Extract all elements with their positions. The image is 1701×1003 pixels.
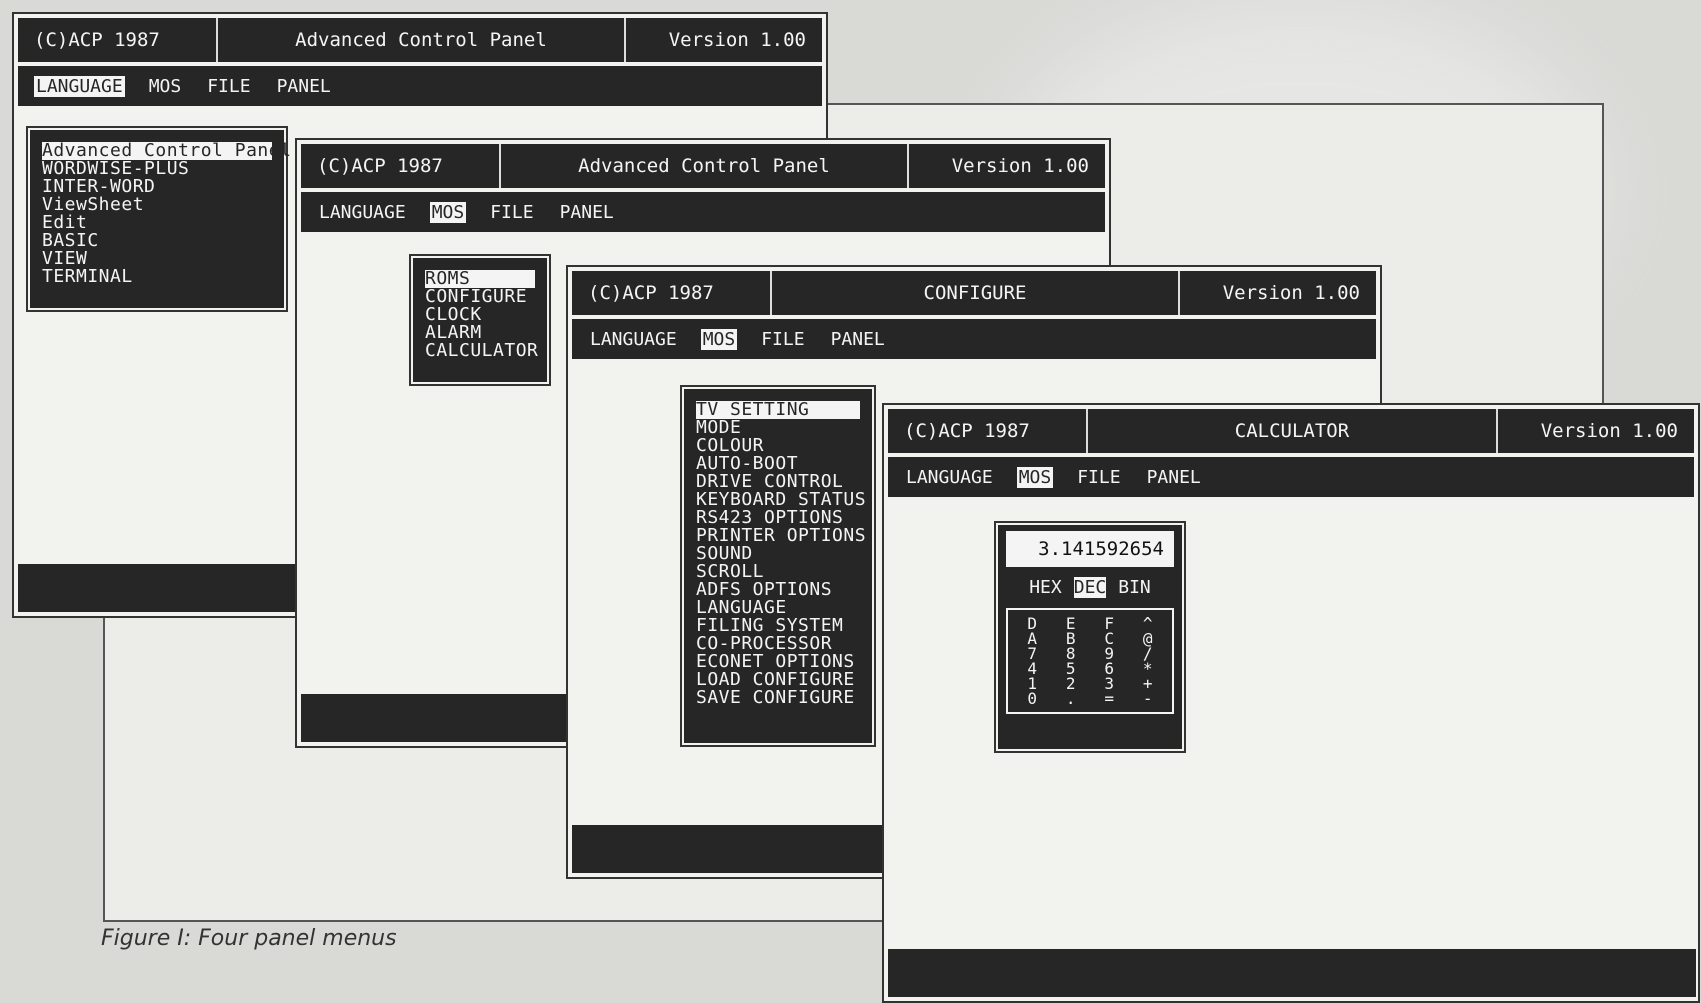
- window-title: CALCULATOR: [1088, 409, 1498, 453]
- configure-dropdown: TV SETTING MODE COLOUR AUTO-BOOT DRIVE C…: [680, 385, 876, 747]
- version-label: Version 1.00: [1222, 282, 1360, 304]
- version-label: Version 1.00: [951, 155, 1089, 177]
- menu-bar: LANGUAGE MOS FILE PANEL: [18, 66, 822, 106]
- window-title: Advanced Control Panel: [218, 18, 626, 62]
- title-bar: (C)ACP 1987 CONFIGURE Version 1.00: [572, 271, 1376, 315]
- copyright-label: (C)ACP 1987: [301, 144, 501, 188]
- calculator-keypad: D A 7 4 1 0 E B 8 5 2 . F C 9 6 3 = ^ @ …: [1006, 608, 1174, 714]
- menu-file[interactable]: FILE: [759, 329, 806, 350]
- key-button[interactable]: -: [1143, 691, 1153, 707]
- title-bar: (C)ACP 1987 Advanced Control Panel Versi…: [301, 144, 1105, 188]
- copyright-label: (C)ACP 1987: [18, 18, 218, 62]
- menu-bar: LANGUAGE MOS FILE PANEL: [888, 457, 1694, 497]
- base-bin-option[interactable]: BIN: [1118, 577, 1151, 598]
- window-title: CONFIGURE: [772, 271, 1180, 315]
- version-label: Version 1.00: [668, 29, 806, 51]
- menu-language[interactable]: LANGUAGE: [34, 75, 125, 97]
- copyright-label: (C)ACP 1987: [572, 271, 772, 315]
- menu-panel[interactable]: PANEL: [829, 329, 887, 350]
- dropdown-item[interactable]: TERMINAL: [42, 268, 272, 286]
- calculator-panel: 3.141592654 HEX DEC BIN D A 7 4 1 0 E B …: [994, 521, 1186, 753]
- copyright-label: (C)ACP 1987: [888, 409, 1088, 453]
- menu-bar: LANGUAGE MOS FILE PANEL: [572, 319, 1376, 359]
- calculator-display: 3.141592654: [1006, 531, 1174, 567]
- menu-file[interactable]: FILE: [1075, 467, 1122, 488]
- number-base-selector: HEX DEC BIN: [1006, 577, 1174, 598]
- key-button[interactable]: =: [1104, 691, 1114, 707]
- title-bar: (C)ACP 1987 CALCULATOR Version 1.00: [888, 409, 1694, 453]
- status-bar: [888, 949, 1696, 997]
- menu-bar: LANGUAGE MOS FILE PANEL: [301, 192, 1105, 232]
- dropdown-item[interactable]: CALCULATOR: [425, 342, 538, 360]
- menu-mos[interactable]: MOS: [1016, 466, 1054, 488]
- menu-panel[interactable]: PANEL: [275, 76, 333, 97]
- window-title: Advanced Control Panel: [501, 144, 909, 188]
- base-dec-option[interactable]: DEC: [1073, 577, 1107, 598]
- menu-mos[interactable]: MOS: [429, 201, 467, 223]
- mos-dropdown: ROMS CONFIGURE CLOCK ALARM CALCULATOR: [409, 254, 551, 386]
- language-dropdown: Advanced Control Panel WORDWISE-PLUS INT…: [26, 126, 291, 312]
- panel-window-4: (C)ACP 1987 CALCULATOR Version 1.00 LANG…: [882, 403, 1700, 1003]
- menu-file[interactable]: FILE: [205, 76, 252, 97]
- title-bar: (C)ACP 1987 Advanced Control Panel Versi…: [18, 18, 822, 62]
- key-button[interactable]: 0: [1027, 691, 1037, 707]
- key-button[interactable]: .: [1066, 691, 1076, 707]
- menu-mos[interactable]: MOS: [700, 328, 738, 350]
- menu-language[interactable]: LANGUAGE: [317, 202, 408, 223]
- menu-language[interactable]: LANGUAGE: [904, 467, 995, 488]
- dropdown-item[interactable]: SAVE CONFIGURE: [696, 689, 860, 707]
- menu-panel[interactable]: PANEL: [1145, 467, 1203, 488]
- menu-file[interactable]: FILE: [488, 202, 535, 223]
- figure-caption: Figure I: Four panel menus: [101, 926, 397, 951]
- base-hex-option[interactable]: HEX: [1029, 577, 1062, 598]
- menu-language[interactable]: LANGUAGE: [588, 329, 679, 350]
- menu-mos[interactable]: MOS: [147, 76, 184, 97]
- version-label: Version 1.00: [1540, 420, 1678, 442]
- menu-panel[interactable]: PANEL: [558, 202, 616, 223]
